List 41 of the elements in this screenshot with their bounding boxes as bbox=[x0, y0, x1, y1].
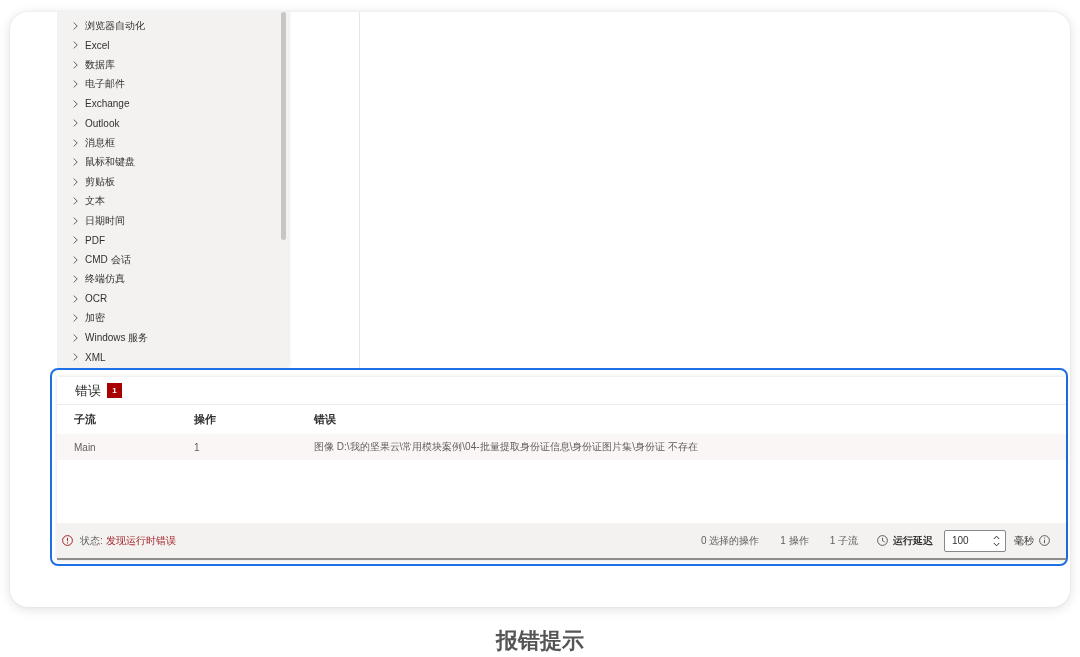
unit-label: 毫秒 bbox=[1014, 533, 1034, 548]
sidebar-item[interactable]: CMD 会话 bbox=[57, 250, 281, 270]
sidebar-item[interactable]: 剪贴板 bbox=[57, 172, 281, 192]
sidebar-item[interactable]: 电子邮件 bbox=[57, 74, 281, 94]
scrollbar-thumb[interactable] bbox=[281, 12, 286, 240]
sidebar-item[interactable]: Windows 服务 bbox=[57, 328, 281, 348]
status-label: 状态: bbox=[80, 533, 103, 548]
sidebar-item[interactable]: Exchange bbox=[57, 94, 281, 114]
sidebar-item[interactable]: 鼠标和键盘 bbox=[57, 152, 281, 172]
status-message: 发现运行时错误 bbox=[105, 533, 176, 548]
status-count: 1 操作 bbox=[780, 533, 809, 548]
column-header: 错误 bbox=[314, 412, 337, 427]
sidebar-item[interactable]: 终端仿真 bbox=[57, 269, 281, 289]
table-cell-text: Main bbox=[74, 441, 97, 453]
table-cell-text: 1 bbox=[194, 441, 201, 453]
exclamation-circle-icon bbox=[62, 535, 73, 546]
sidebar-item[interactable]: XML bbox=[57, 347, 281, 367]
status-count: 0 选择的操作 bbox=[700, 533, 760, 548]
delay-label: 运行延迟 bbox=[893, 533, 933, 548]
clock-icon bbox=[877, 535, 888, 546]
status-count: 1 子流 bbox=[829, 533, 858, 548]
sidebar-item[interactable]: Outlook bbox=[57, 113, 281, 133]
sidebar-item[interactable]: 文本 bbox=[57, 191, 281, 211]
column-header: 操作 bbox=[194, 412, 217, 427]
panel-title: 错误 bbox=[75, 381, 101, 400]
up-down-chevron-icon[interactable] bbox=[993, 534, 1000, 547]
sidebar-item[interactable]: 数据库 bbox=[57, 55, 281, 75]
sidebar-item[interactable]: OCR bbox=[57, 289, 281, 309]
info-icon[interactable] bbox=[1039, 535, 1050, 546]
sidebar-item[interactable]: 加密 bbox=[57, 308, 281, 328]
error-count-badge: 1 bbox=[107, 383, 122, 398]
figure-caption: 报错提示 bbox=[496, 627, 584, 655]
error-row[interactable]: Main 1 图像 D:\我的坚果云\常用模块案例\04-批量提取身份证信息\身份证图片集\身份证 不存在 bbox=[57, 434, 1066, 460]
sidebar-item[interactable]: 浏览器自动化 bbox=[57, 16, 281, 36]
table-cell-text: 图像 D:\我的坚果云\常用模块案例\04-批量提取身份证信息\身份证图片集\身份证 不存在 bbox=[314, 440, 699, 454]
column-header: 子流 bbox=[74, 412, 97, 427]
sidebar-item[interactable]: Excel bbox=[57, 35, 281, 55]
delay-input-field[interactable]: 100 bbox=[944, 529, 1006, 552]
sidebar-item[interactable]: 消息框 bbox=[57, 133, 281, 153]
sidebar-item[interactable]: 日期时间 bbox=[57, 211, 281, 231]
sidebar-item[interactable]: PDF bbox=[57, 230, 281, 250]
